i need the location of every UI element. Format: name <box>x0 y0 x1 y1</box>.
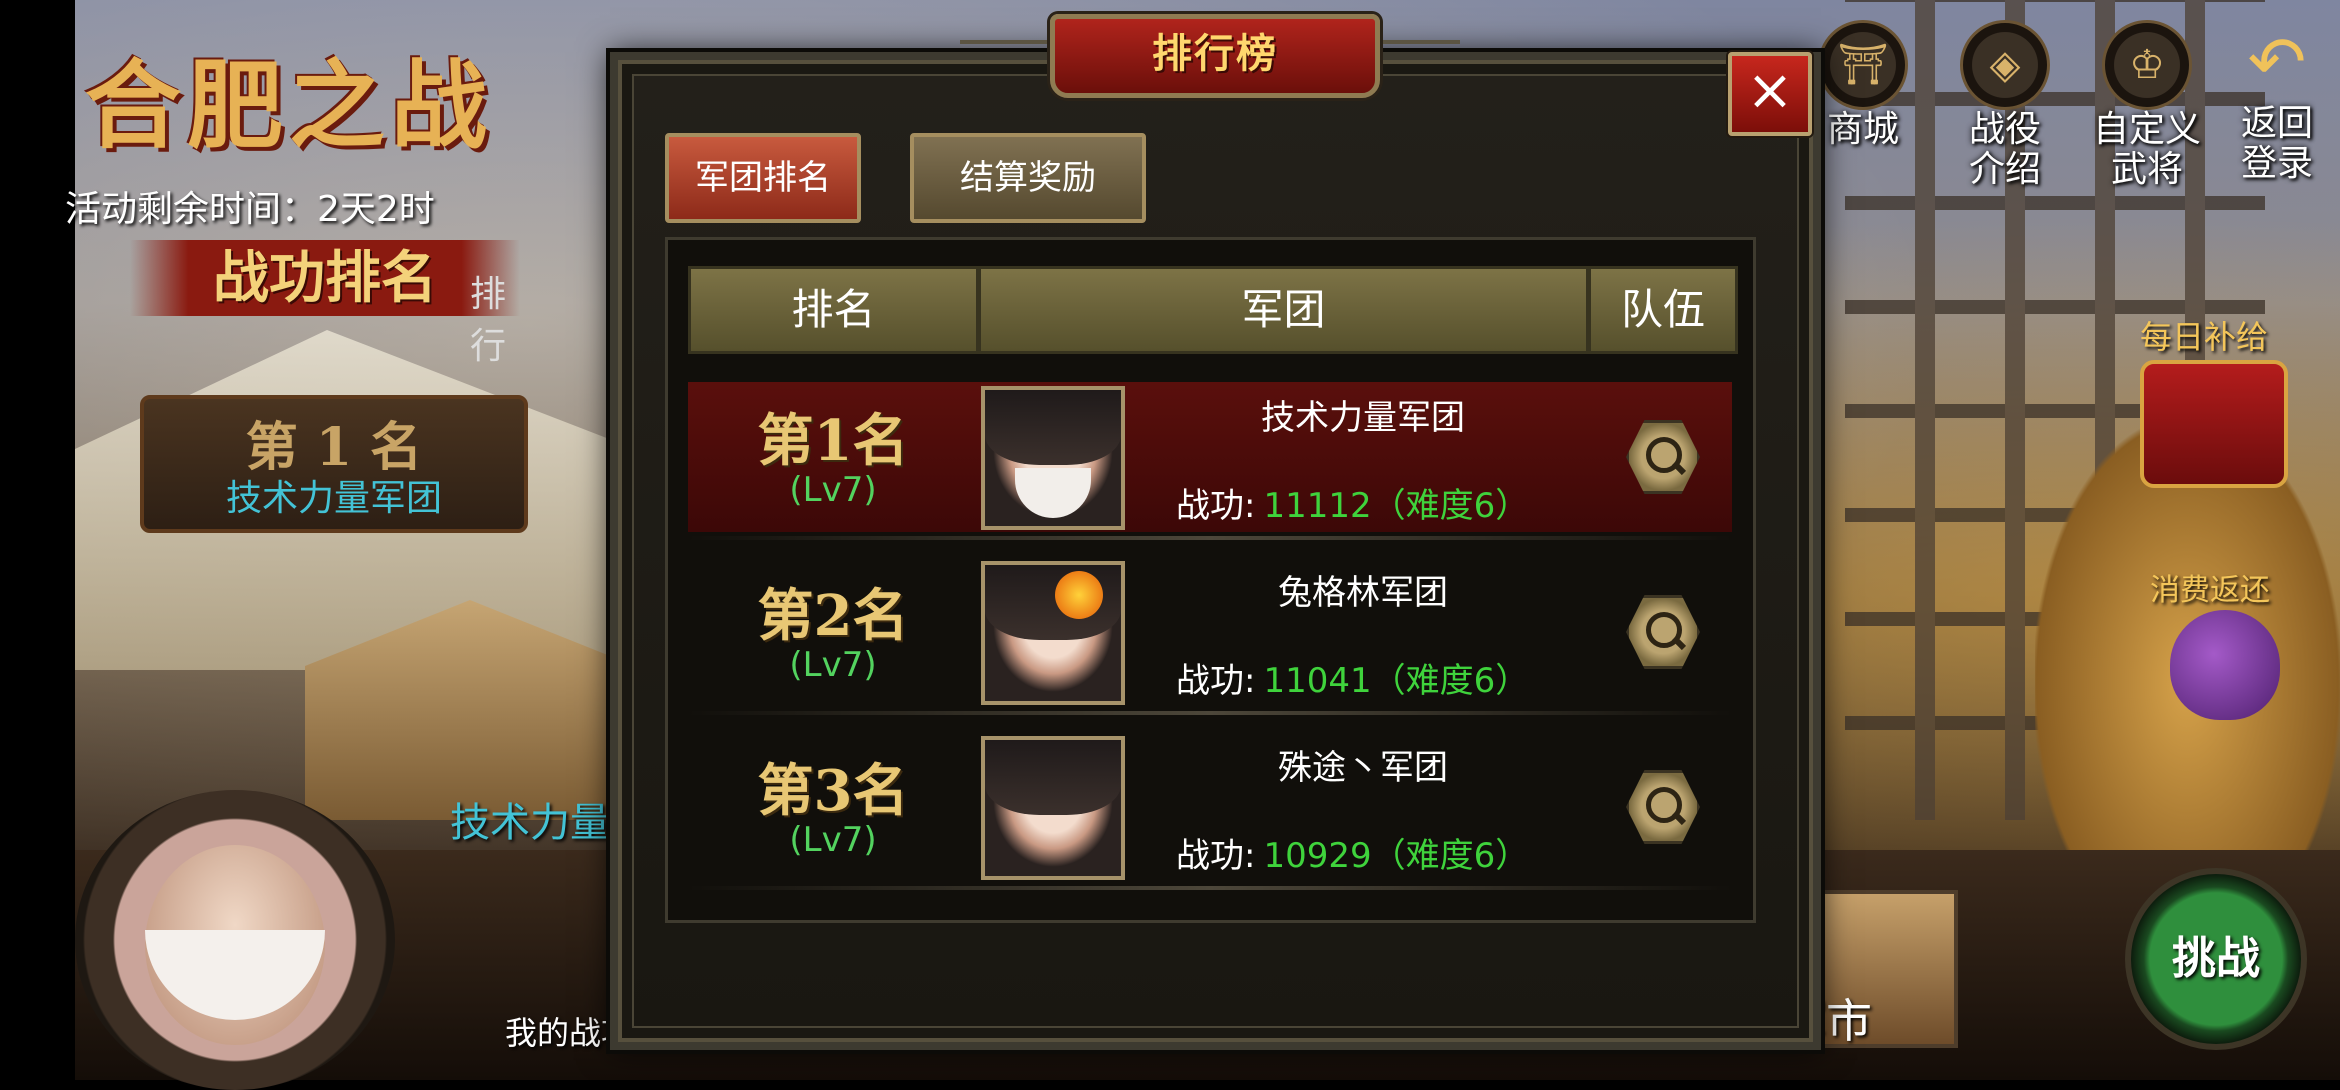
player-avatar[interactable] <box>75 790 395 1090</box>
portrait-hair <box>985 740 1121 815</box>
top-rank-plaque: 第 1 名 技术力量军团 <box>140 395 528 533</box>
merit-rank-title: 战功排名 <box>130 240 520 316</box>
tab-settlement-rewards[interactable]: 结算奖励 <box>910 133 1146 223</box>
row-team-name: 技术力量军团 <box>1261 398 1465 438</box>
row-divider <box>688 886 1732 890</box>
row-rank: 第1名 <box>757 408 909 474</box>
row-merit: 战功: 11112（难度6） <box>1176 478 1529 527</box>
row-divider <box>688 536 1732 540</box>
portrait-avatar <box>981 561 1125 705</box>
back-to-login-button[interactable]: ↶ 返回 登录 <box>2222 20 2332 184</box>
row-rank: 第3名 <box>757 758 909 824</box>
table-row: 第3名 (Lv7) 殊途丶军团 战功: 10929（难度6） <box>688 732 1732 882</box>
merit-label: 战功: <box>1176 486 1256 526</box>
row-merit: 战功: 10929（难度6） <box>1176 828 1529 877</box>
merit-value: 11041（难度6） <box>1263 661 1530 701</box>
bottom-team-label: 技术力量 <box>450 800 610 846</box>
campaign-icon: ◈ <box>1960 20 2050 110</box>
modal-title-plate: 排行榜 <box>1050 14 1380 98</box>
merit-label: 战功: <box>1176 661 1256 701</box>
campaign-label: 战役 介绍 <box>1968 109 2041 190</box>
row-team-name: 殊途丶军团 <box>1278 748 1448 788</box>
row-team-name: 兔格林军团 <box>1278 573 1448 613</box>
row-rank: 第2名 <box>757 583 909 649</box>
shop-button[interactable]: ⛩ 商城 <box>1808 20 1918 150</box>
back-icon: ↶ <box>2247 21 2307 103</box>
challenge-button[interactable]: 挑战 <box>2125 868 2307 1050</box>
side-rank-label[interactable]: 排行 <box>470 265 530 369</box>
merit-value: 10929（难度6） <box>1263 836 1530 876</box>
table-row: 第1名 (Lv7) 技术力量军团 战功: 11112（难度6） <box>688 382 1732 532</box>
merit-value: 11112（难度6） <box>1263 486 1530 526</box>
portrait-flower <box>1055 571 1103 619</box>
row-merit: 战功: 11041（难度6） <box>1176 653 1529 702</box>
magnifier-handle <box>1671 460 1687 476</box>
portrait-veil <box>1015 468 1091 518</box>
challenge-label: 挑战 <box>2172 933 2260 984</box>
table-row: 第2名 (Lv7) 兔格林军团 战功: 11041（难度6） <box>688 557 1732 707</box>
magnifier-handle <box>1671 810 1687 826</box>
portrait-hair <box>985 390 1121 465</box>
title-ornament-left <box>960 40 1050 74</box>
magnifier-handle <box>1671 635 1687 651</box>
shop-icon: ⛩ <box>1818 20 1908 110</box>
column-header-rank: 排名 <box>688 266 979 354</box>
top-rank-team: 技术力量军团 <box>225 478 442 519</box>
back-label: 返回 登录 <box>2240 103 2313 184</box>
custom-general-button[interactable]: ♔ 自定义 武将 <box>2092 20 2202 190</box>
custom-general-label: 自定义 武将 <box>2092 109 2201 190</box>
portrait-avatar <box>981 736 1125 880</box>
event-title: 合肥之战 <box>85 49 493 162</box>
title-ornament-right <box>1370 40 1460 74</box>
shop-label: 商城 <box>1826 109 1899 150</box>
column-header-squad: 队伍 <box>1588 266 1738 354</box>
general-icon: ♔ <box>2102 20 2192 110</box>
chest-icon[interactable] <box>2140 360 2288 488</box>
close-icon: × <box>1746 58 1794 123</box>
consume-refund-label: 消费返还 <box>2150 573 2270 608</box>
merit-label: 战功: <box>1176 836 1256 876</box>
portrait-avatar <box>981 386 1125 530</box>
row-level: (Lv7) <box>789 470 877 510</box>
view-squad-button[interactable] <box>1626 770 1700 844</box>
daily-supply-label: 每日补给 <box>2140 318 2269 356</box>
gift-bag-icon[interactable] <box>2170 610 2280 720</box>
event-time-remaining: 活动剩余时间：2天2时 <box>65 189 435 230</box>
view-squad-button[interactable] <box>1626 595 1700 669</box>
tab-team-ranking[interactable]: 军团排名 <box>665 133 861 223</box>
campaign-intro-button[interactable]: ◈ 战役 介绍 <box>1950 20 2060 190</box>
row-level: (Lv7) <box>789 645 877 685</box>
column-header-team: 军团 <box>978 266 1589 354</box>
close-button[interactable]: × <box>1728 52 1812 136</box>
modal-title: 排行榜 <box>1152 31 1278 77</box>
view-squad-button[interactable] <box>1626 420 1700 494</box>
row-divider <box>688 711 1732 715</box>
row-level: (Lv7) <box>789 820 877 860</box>
